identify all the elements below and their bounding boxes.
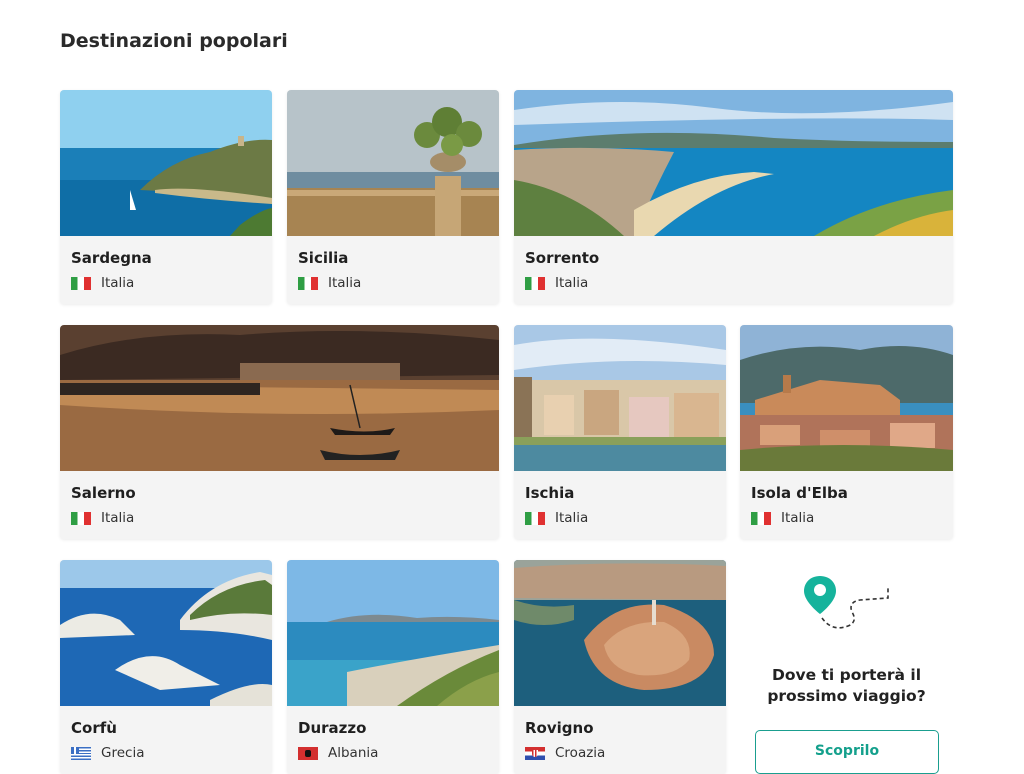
destination-card-salerno[interactable]: Salerno Italia (60, 325, 499, 539)
map-pin-route-icon (802, 574, 892, 634)
destination-country: Croazia (525, 745, 605, 761)
destination-photo (514, 560, 726, 706)
hr-flag-icon (525, 746, 545, 760)
destination-photo (60, 90, 272, 236)
destination-photo (514, 325, 726, 471)
destination-photo (740, 325, 953, 471)
section-title: Destinazioni popolari (60, 30, 288, 52)
destination-card-durazzo[interactable]: Durazzo Albania (287, 560, 499, 774)
country-label: Italia (328, 275, 362, 291)
country-label: Italia (781, 510, 815, 526)
destination-name: Durazzo (298, 719, 367, 737)
destination-photo (514, 90, 953, 236)
discover-promo: Dove ti porterà il prossimo viaggio? Sco… (740, 560, 953, 774)
destination-name: Rovigno (525, 719, 594, 737)
destination-photo (287, 560, 499, 706)
destination-country: Italia (71, 275, 134, 291)
it-flag-icon (71, 511, 91, 525)
destination-name: Salerno (71, 484, 136, 502)
it-flag-icon (298, 276, 318, 290)
country-label: Grecia (101, 745, 145, 761)
destination-country: Italia (71, 510, 134, 526)
destination-photo (287, 90, 499, 236)
destination-card-isola-delba[interactable]: Isola d'Elba Italia (740, 325, 953, 539)
discover-button[interactable]: Scoprilo (755, 730, 939, 774)
destination-card-sorrento[interactable]: Sorrento Italia (514, 90, 953, 304)
country-label: Italia (555, 510, 589, 526)
destination-card-sardegna[interactable]: Sardegna Italia (60, 90, 272, 304)
al-flag-icon (298, 746, 318, 760)
country-label: Croazia (555, 745, 606, 761)
destination-country: Italia (525, 510, 588, 526)
destination-name: Sardegna (71, 249, 152, 267)
destination-country: Albania (298, 745, 378, 761)
destination-name: Sorrento (525, 249, 600, 267)
destination-name: Sicilia (298, 249, 349, 267)
destination-country: Italia (298, 275, 361, 291)
destination-card-corfu[interactable]: Corfù Grecia (60, 560, 272, 774)
gr-flag-icon (71, 746, 91, 760)
destination-card-ischia[interactable]: Ischia Italia (514, 325, 726, 539)
country-label: Italia (101, 275, 135, 291)
country-label: Italia (555, 275, 589, 291)
country-label: Albania (328, 745, 379, 761)
destination-card-rovigno[interactable]: Rovigno Croazia (514, 560, 726, 774)
destination-photo (60, 560, 272, 706)
destination-name: Ischia (525, 484, 575, 502)
it-flag-icon (71, 276, 91, 290)
destination-country: Italia (525, 275, 588, 291)
it-flag-icon (525, 511, 545, 525)
destination-name: Isola d'Elba (751, 484, 848, 502)
promo-question: Dove ti porterà il prossimo viaggio? (767, 666, 926, 705)
destination-photo (60, 325, 499, 471)
destination-country: Grecia (71, 745, 144, 761)
it-flag-icon (751, 511, 771, 525)
it-flag-icon (525, 276, 545, 290)
country-label: Italia (101, 510, 135, 526)
destination-card-sicilia[interactable]: Sicilia Italia (287, 90, 499, 304)
destination-name: Corfù (71, 719, 117, 737)
destination-country: Italia (751, 510, 814, 526)
